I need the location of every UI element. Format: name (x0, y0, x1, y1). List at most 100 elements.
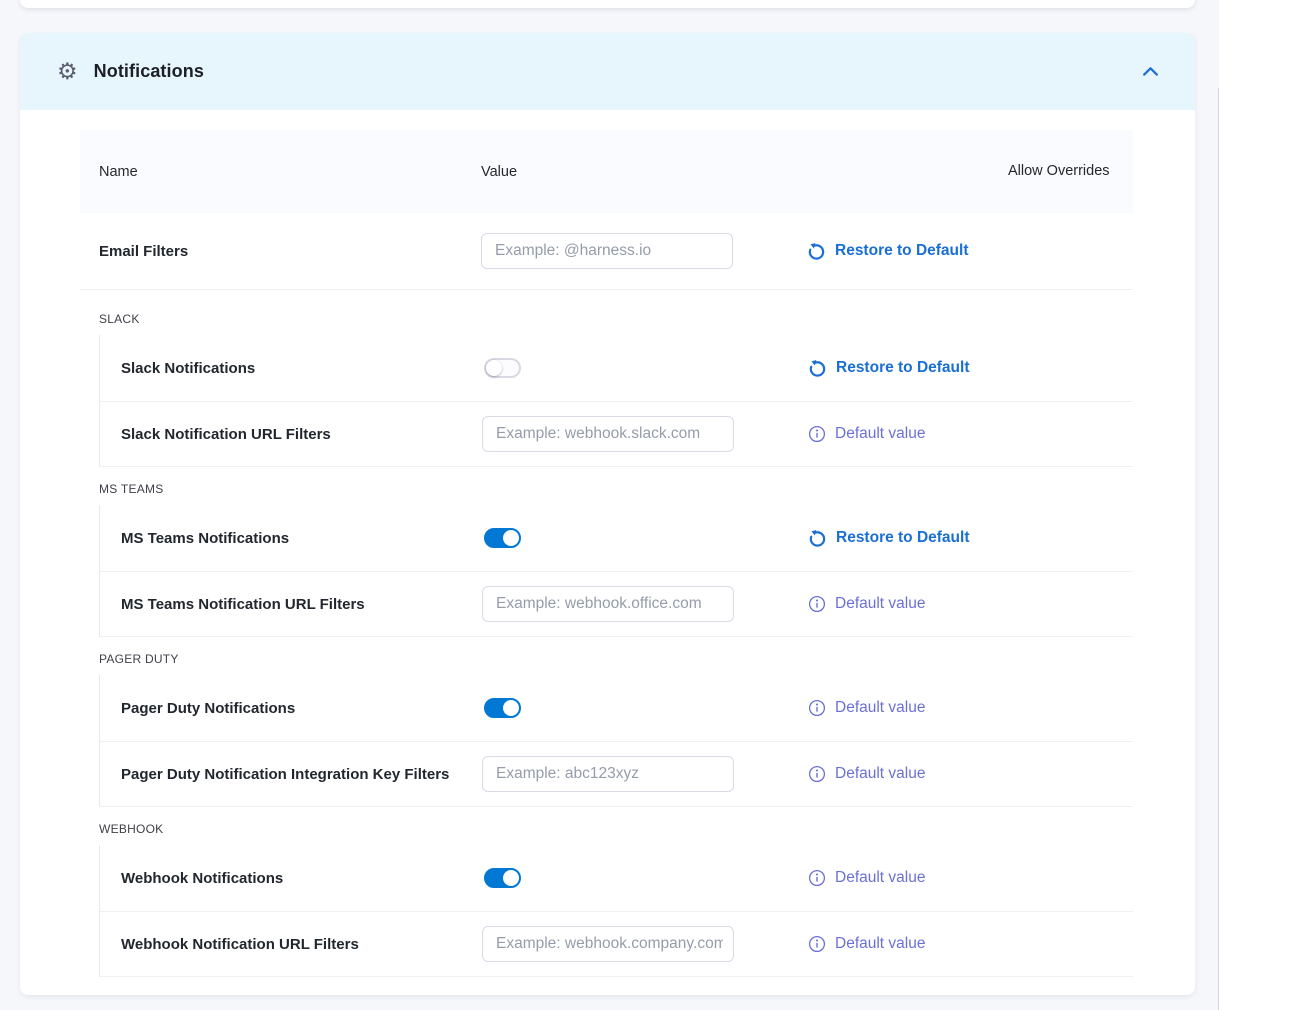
setting-name-label: Webhook Notification URL Filters (100, 936, 482, 953)
setting-row: Slack Notification URL Filters Default va… (100, 402, 1133, 467)
info-icon (808, 425, 826, 443)
settings-section: MS TEAMSMS Teams NotificationsRestore to… (80, 467, 1133, 637)
action-link-label: Restore to Default (835, 242, 969, 260)
restore-to-default-link[interactable]: Restore to Default (807, 242, 969, 261)
collapse-button[interactable] (1135, 57, 1165, 87)
default-value-link[interactable]: Default value (808, 935, 925, 953)
setting-action-cell: Restore to Default (808, 359, 1133, 378)
setting-value-cell (482, 868, 808, 888)
default-value-link[interactable]: Default value (808, 765, 925, 783)
setting-row: Slack Notifications Restore to Default (100, 335, 1133, 402)
column-header-allow-overrides: Allow Overrides (1008, 159, 1133, 184)
toggle-knob (503, 700, 519, 716)
setting-input[interactable] (482, 586, 734, 622)
action-link-label: Default value (835, 595, 925, 613)
setting-value-cell (482, 756, 808, 792)
toggle-knob (503, 530, 519, 546)
setting-row: MS Teams NotificationsRestore to Default (100, 505, 1133, 572)
notifications-panel: ⚙ Notifications Name Value Allow Overrid… (20, 33, 1195, 995)
settings-section: SLACK Slack Notifications Restore to Defau… (80, 290, 1133, 467)
setting-name-label: Webhook Notifications (100, 870, 482, 887)
settings-page: { "header": { "title": "Notifications", … (0, 0, 1300, 1010)
previous-section-card (20, 0, 1195, 8)
setting-value-cell (482, 528, 808, 548)
setting-row: Pager Duty Notification Integration Key … (100, 742, 1133, 807)
setting-name-label: Slack Notification URL Filters (100, 426, 482, 443)
panel-header[interactable]: ⚙ Notifications (20, 33, 1195, 110)
default-value-link[interactable]: Default value (808, 699, 925, 717)
table-header-row: Name Value Allow Overrides (80, 130, 1133, 213)
column-header-value: Value (481, 164, 807, 180)
setting-name-label: Pager Duty Notification Integration Key … (100, 766, 482, 783)
toggle-knob (486, 360, 502, 376)
setting-action-cell: Restore to Default (808, 529, 1133, 548)
action-link-label: Default value (835, 765, 925, 783)
setting-action-cell: Default value (808, 699, 1133, 717)
info-icon (808, 935, 826, 953)
setting-action-cell: Default value (808, 869, 1133, 887)
group-rows: Webhook NotificationsDefault valueWebhoo… (99, 845, 1133, 977)
setting-row: Webhook Notification URL Filters Default … (100, 912, 1133, 977)
setting-row: Pager Duty NotificationsDefault value (100, 675, 1133, 742)
setting-action-cell: Restore to Default (807, 242, 1133, 261)
setting-value-cell (481, 233, 807, 269)
restore-to-default-link[interactable]: Restore to Default (808, 359, 970, 378)
settings-section: WEBHOOK Webhook Notifications Default valu… (80, 807, 1133, 977)
action-link-label: Restore to Default (836, 359, 970, 377)
action-link-label: Default value (835, 699, 925, 717)
ungrouped-rows: Email Filters Restore to Default (80, 213, 1133, 290)
restore-icon (808, 359, 827, 378)
chevron-up-icon (1142, 66, 1159, 77)
action-link-label: Default value (835, 869, 925, 887)
setting-row: Email Filters Restore to Default (80, 213, 1133, 290)
action-link-label: Restore to Default (836, 529, 970, 547)
info-icon (808, 869, 826, 887)
toggle-switch[interactable] (484, 358, 521, 378)
default-value-link[interactable]: Default value (808, 425, 925, 443)
setting-action-cell: Default value (808, 425, 1133, 443)
setting-value-cell (482, 358, 808, 378)
setting-row: Webhook Notifications Default value (100, 845, 1133, 912)
setting-row: MS Teams Notification URL FiltersDefault… (100, 572, 1133, 637)
setting-input[interactable] (482, 756, 734, 792)
setting-input[interactable] (482, 926, 734, 962)
setting-value-cell (482, 416, 808, 452)
group-label: PAGER DUTY (80, 637, 1133, 675)
toggle-switch[interactable] (484, 868, 521, 888)
group-rows: Pager Duty NotificationsDefault value Pag… (99, 675, 1133, 807)
group-label: SLACK (80, 290, 1133, 335)
setting-action-cell: Default value (808, 595, 1133, 613)
settings-section: Email Filters Restore to Default (80, 213, 1133, 290)
setting-value-cell (482, 698, 808, 718)
gear-icon: ⚙ (57, 60, 78, 83)
info-icon (808, 699, 826, 717)
setting-action-cell: Default value (808, 935, 1133, 953)
group-rows: MS Teams NotificationsRestore to Default… (99, 505, 1133, 637)
restore-to-default-link[interactable]: Restore to Default (808, 529, 970, 548)
default-value-link[interactable]: Default value (808, 869, 925, 887)
table-body: Email FiltersRestore to DefaultSLACKSlac… (80, 213, 1133, 977)
settings-section: PAGER DUTYPager Duty NotificationsDefaul… (80, 637, 1133, 807)
info-icon (808, 765, 826, 783)
setting-name-label: Slack Notifications (100, 360, 482, 377)
toggle-switch[interactable] (484, 698, 521, 718)
restore-icon (807, 242, 826, 261)
action-link-label: Default value (835, 935, 925, 953)
info-icon (808, 595, 826, 613)
setting-name-label: Email Filters (80, 243, 481, 260)
group-label: MS TEAMS (80, 467, 1133, 505)
column-header-name: Name (80, 164, 481, 180)
default-value-link[interactable]: Default value (808, 595, 925, 613)
panel-title: Notifications (94, 61, 1135, 82)
setting-value-cell (482, 586, 808, 622)
setting-input[interactable] (481, 233, 733, 269)
restore-icon (808, 529, 827, 548)
settings-table: Name Value Allow Overrides Email Filters… (80, 130, 1133, 977)
setting-value-cell (482, 926, 808, 962)
setting-input[interactable] (482, 416, 734, 452)
group-rows: Slack NotificationsRestore to DefaultSla… (99, 335, 1133, 467)
toggle-knob (503, 870, 519, 886)
group-label: WEBHOOK (80, 807, 1133, 845)
toggle-switch[interactable] (484, 528, 521, 548)
action-link-label: Default value (835, 425, 925, 443)
